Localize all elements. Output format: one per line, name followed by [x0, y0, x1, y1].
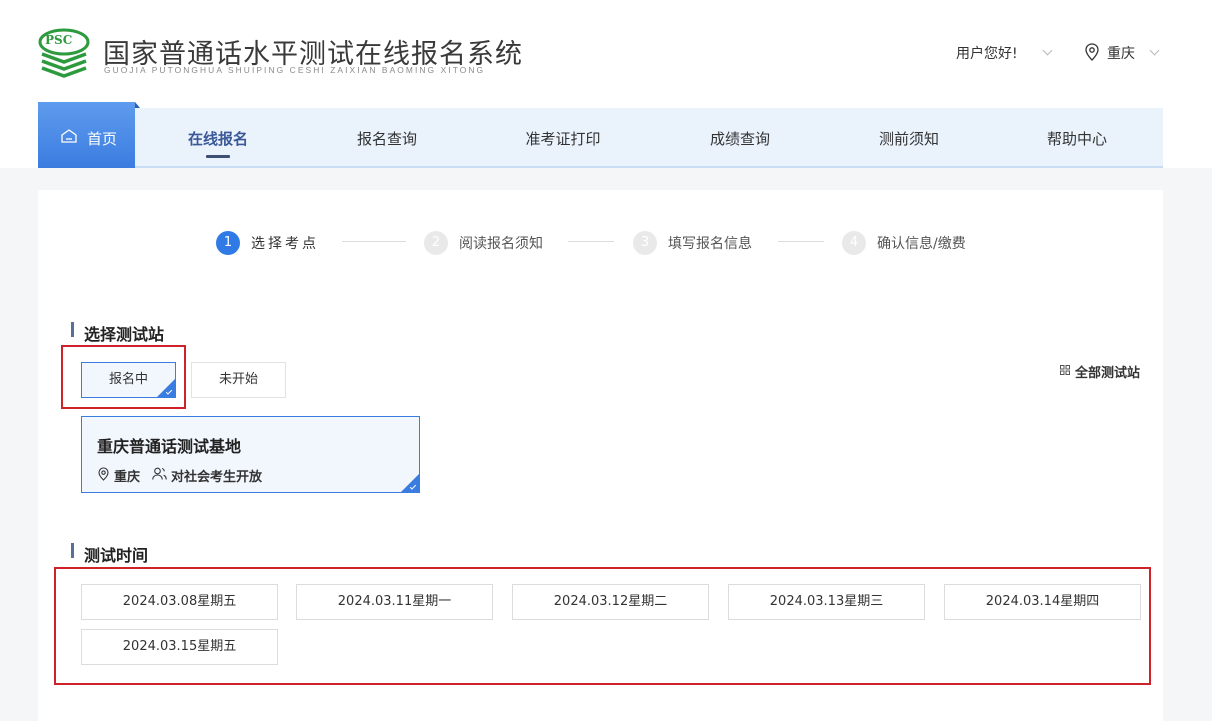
- station-audience: 对社会考生开放: [171, 470, 263, 485]
- selected-corner-icon: [401, 474, 419, 492]
- station-section-title: 选择测试站: [84, 325, 165, 344]
- nav-pre-test-notice[interactable]: 测前须知: [879, 128, 939, 149]
- chevron-down-icon[interactable]: [1149, 45, 1160, 56]
- nav-online-registration[interactable]: 在线报名: [188, 128, 248, 149]
- nav-active-indicator: [206, 155, 230, 158]
- step-connector: [568, 241, 614, 242]
- highlight-box-filter: [61, 345, 186, 409]
- step-label: 选择考点: [251, 236, 319, 252]
- nav-home[interactable]: 首页: [38, 102, 140, 168]
- location-pin-icon: [1085, 43, 1099, 61]
- step-label: 阅读报名须知: [459, 236, 543, 252]
- step-number: 3: [633, 231, 657, 255]
- step-number: 4: [842, 231, 866, 255]
- section-marker: [71, 543, 74, 558]
- highlight-box-dates: [54, 567, 1151, 685]
- home-icon: [61, 129, 77, 143]
- users-icon: [152, 467, 167, 480]
- station-city: 重庆: [114, 470, 141, 485]
- site-subtitle: GUOJIA PUTONGHUA SHUIPING CESHI ZAIXIAN …: [104, 65, 486, 75]
- chevron-down-icon[interactable]: [1042, 45, 1053, 56]
- logo-text: PSC: [45, 33, 73, 47]
- station-card[interactable]: 重庆普通话测试基地 重庆 对社会考生开放: [81, 416, 420, 493]
- home-tab-notch: [135, 102, 140, 108]
- city-selector[interactable]: 重庆: [1107, 43, 1135, 63]
- station-name: 重庆普通话测试基地: [97, 437, 242, 456]
- filter-label: 未开始: [218, 372, 258, 387]
- time-section-title: 测试时间: [84, 546, 149, 565]
- step-number: 2: [424, 231, 448, 255]
- step-label: 确认信息/缴费: [877, 236, 966, 252]
- nav-help-center[interactable]: 帮助中心: [1047, 128, 1107, 149]
- user-menu[interactable]: 用户您好!: [956, 43, 1018, 63]
- step-number: 1: [216, 231, 240, 255]
- nav-home-label: 首页: [87, 130, 118, 148]
- section-marker: [71, 322, 74, 337]
- grid-icon: [1060, 365, 1070, 375]
- location-pin-icon: [98, 467, 109, 481]
- step-label: 填写报名信息: [668, 236, 752, 252]
- nav-admission-ticket-print[interactable]: 准考证打印: [525, 128, 600, 149]
- all-stations-link[interactable]: 全部测试站: [1075, 362, 1140, 381]
- step-connector: [778, 241, 824, 242]
- main-nav: 首页 在线报名 报名查询 准考证打印 成绩查询 测前须知 帮助中心: [38, 102, 1163, 168]
- nav-score-query[interactable]: 成绩查询: [710, 128, 770, 149]
- filter-not-started-button[interactable]: 未开始: [191, 362, 286, 398]
- step-connector: [342, 241, 406, 242]
- nav-registration-query[interactable]: 报名查询: [357, 128, 417, 149]
